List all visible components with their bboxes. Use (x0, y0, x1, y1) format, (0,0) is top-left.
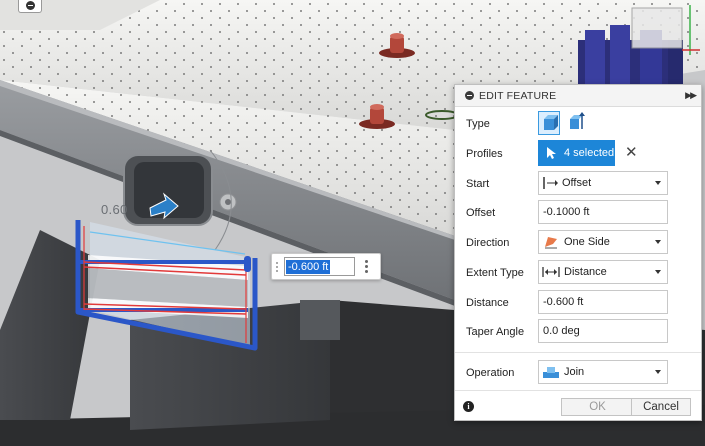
chevron-down-icon (655, 270, 661, 274)
distance-row: Distance -0.600 ft (455, 290, 701, 316)
taper-angle-label: Taper Angle (466, 326, 525, 338)
expand-panel-icon[interactable]: ▶▶ (685, 90, 697, 101)
cursor-icon (547, 147, 556, 159)
operation-dropdown[interactable]: Join (538, 360, 668, 384)
distance-value[interactable]: -0.600 ft (543, 296, 583, 308)
panel-title: EDIT FEATURE (479, 89, 557, 102)
start-row: Start Offset (455, 171, 701, 197)
operation-label: Operation (466, 367, 515, 379)
start-dropdown[interactable]: Offset (538, 171, 668, 195)
operation-row: Operation Join (455, 360, 701, 386)
minus-icon (25, 0, 35, 10)
offset-start-icon (543, 177, 558, 189)
distance-input[interactable]: -0.600 ft (538, 290, 668, 314)
profiles-count: 4 selected (564, 147, 615, 159)
chevron-down-icon (655, 370, 661, 374)
drag-grip-icon[interactable] (272, 254, 282, 279)
type-extrude-button[interactable] (538, 111, 560, 135)
type-thin-extrude-button[interactable] (565, 111, 587, 135)
one-side-icon (545, 237, 557, 249)
start-label: Start (466, 178, 490, 190)
direction-label: Direction (466, 237, 510, 249)
panel-divider (455, 390, 701, 391)
extrude-thin-icon (570, 112, 585, 129)
distance-manipulator-input[interactable]: -0.600 ft (271, 253, 381, 280)
edit-feature-panel: EDIT FEATURE ▶▶ Type Profiles 4 selected… (454, 84, 702, 421)
extent-type-dropdown[interactable]: Distance (538, 260, 668, 284)
offset-label: Offset (466, 207, 496, 219)
extent-type-label: Extent Type (466, 267, 524, 279)
profiles-select-button[interactable]: 4 selected (538, 140, 615, 166)
offset-row: Offset -0.1000 ft (455, 200, 701, 226)
clear-selection-icon[interactable]: ✕ (625, 145, 638, 160)
taper-angle-value[interactable]: 0.0 deg (543, 325, 580, 337)
chevron-down-icon (655, 240, 661, 244)
direction-dropdown[interactable]: One Side (538, 230, 668, 254)
extent-type-row: Extent Type Distance (455, 260, 701, 286)
direction-value: One Side (564, 236, 610, 248)
panel-header: EDIT FEATURE ▶▶ (455, 85, 701, 107)
profiles-label: Profiles (466, 148, 503, 160)
cancel-button[interactable]: Cancel (631, 398, 691, 416)
distance-label: Distance (466, 297, 509, 309)
collapse-icon[interactable] (465, 91, 474, 100)
start-value: Offset (562, 177, 592, 189)
taper-angle-row: Taper Angle 0.0 deg (455, 319, 701, 345)
extrude-solid-icon (544, 115, 558, 130)
profiles-row: Profiles 4 selected ✕ (455, 140, 701, 166)
distance-inline-value[interactable]: -0.600 ft (286, 259, 331, 274)
ok-button[interactable]: OK (561, 398, 634, 416)
info-icon[interactable]: i (463, 401, 474, 412)
panel-divider (455, 352, 701, 353)
chevron-down-icon (655, 181, 661, 185)
distance-icon (542, 267, 560, 277)
more-options-icon[interactable] (365, 260, 368, 273)
dimension-label: 0.60 (101, 202, 128, 217)
direction-row: Direction One Side (455, 230, 701, 256)
viewport-toggle-button[interactable] (18, 0, 42, 13)
taper-angle-input[interactable]: 0.0 deg (538, 319, 668, 343)
offset-input[interactable]: -0.1000 ft (538, 200, 668, 224)
type-row: Type (455, 111, 701, 137)
offset-value[interactable]: -0.1000 ft (543, 206, 589, 218)
operation-value: Join (564, 366, 585, 378)
extent-type-value: Distance (564, 266, 607, 278)
join-icon (543, 367, 559, 378)
distance-inline-field[interactable]: -0.600 ft (284, 257, 355, 276)
type-label: Type (466, 118, 490, 130)
